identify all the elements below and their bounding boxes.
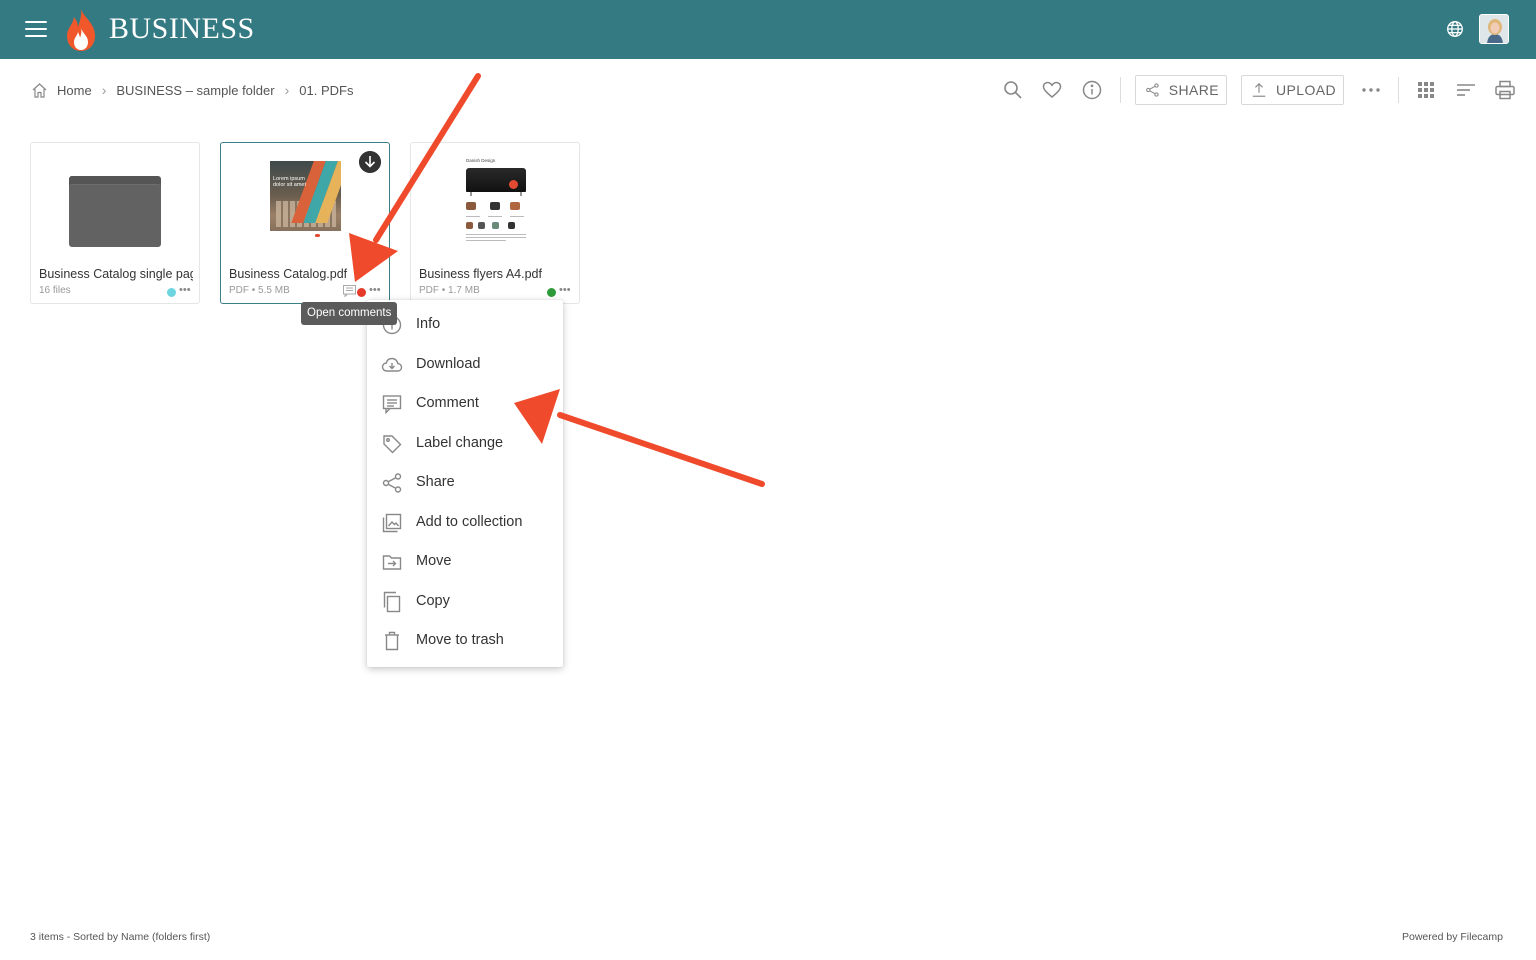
menu-item-download[interactable]: Download xyxy=(367,344,563,384)
status-dot xyxy=(547,288,556,297)
menu-item-share[interactable]: Share xyxy=(367,462,563,502)
cover-text-line: dolor sit amet xyxy=(273,182,307,188)
cloud-download-icon xyxy=(381,357,403,372)
heart-icon[interactable] xyxy=(1041,79,1063,101)
top-bar: BUSINESS xyxy=(0,0,1536,59)
print-icon[interactable] xyxy=(1494,79,1516,101)
user-avatar[interactable] xyxy=(1479,14,1509,44)
file-card[interactable]: Danish Design Business flyers A4.pdf PDF… xyxy=(410,142,580,304)
menu-item-label-change[interactable]: Label change xyxy=(367,423,563,463)
file-card-selected[interactable]: Lorem ipsum dolor sit amet Business Catal… xyxy=(220,142,390,304)
open-comments-tooltip: Open comments xyxy=(301,302,398,325)
menu-item-label: Move to trash xyxy=(416,632,504,648)
brand-name[interactable]: BUSINESS xyxy=(109,12,255,46)
search-icon[interactable] xyxy=(1002,79,1024,101)
flame-logo-icon xyxy=(67,9,95,51)
share-icon xyxy=(382,473,402,493)
toolbar: SHARE UPLOAD xyxy=(0,74,1536,106)
file-name: Business Catalog single page xyxy=(39,267,193,281)
footer-powered-by[interactable]: Powered by Filecamp xyxy=(1402,931,1503,943)
more-options-icon[interactable]: ••• xyxy=(369,284,381,296)
upload-button[interactable]: UPLOAD xyxy=(1241,75,1344,105)
status-dot xyxy=(167,288,176,297)
menu-item-label: Info xyxy=(416,316,441,332)
file-meta: PDF • 5.5 MB xyxy=(229,285,290,296)
file-meta: PDF • 1.7 MB xyxy=(419,285,480,296)
menu-item-label: Move xyxy=(416,553,452,569)
hamburger-menu-icon[interactable] xyxy=(25,21,47,37)
menu-item-label: Comment xyxy=(416,395,479,411)
folder-icon xyxy=(31,143,199,263)
status-dot xyxy=(357,288,366,297)
grid-view-icon[interactable] xyxy=(1415,79,1437,101)
more-options-icon[interactable]: ••• xyxy=(179,284,191,296)
menu-item-comment[interactable]: Comment xyxy=(367,383,563,423)
copy-icon xyxy=(383,591,401,613)
folder-card[interactable]: Business Catalog single page 16 files ••… xyxy=(30,142,200,304)
menu-item-add-to-collection[interactable]: Add to collection xyxy=(367,502,563,542)
share-button[interactable]: SHARE xyxy=(1135,75,1227,105)
context-menu: Info Download Comment Label change Share… xyxy=(367,300,563,667)
move-folder-icon xyxy=(382,555,402,570)
more-horizontal-icon[interactable] xyxy=(1360,79,1382,101)
menu-item-move[interactable]: Move xyxy=(367,541,563,581)
file-name: Business Catalog.pdf xyxy=(229,267,348,281)
trash-icon xyxy=(385,631,399,651)
comment-icon xyxy=(382,395,402,415)
info-icon[interactable] xyxy=(1081,79,1103,101)
toolbar-divider xyxy=(1398,77,1399,103)
menu-item-label: Copy xyxy=(416,593,450,609)
toolbar-divider xyxy=(1120,77,1121,103)
tag-icon xyxy=(383,435,402,454)
more-options-icon[interactable]: ••• xyxy=(559,284,571,296)
flyer-header: Danish Design xyxy=(466,158,496,163)
upload-button-label: UPLOAD xyxy=(1276,82,1336,98)
menu-item-move-to-trash[interactable]: Move to trash xyxy=(367,620,563,660)
collection-icon xyxy=(382,513,402,533)
share-icon xyxy=(1146,83,1159,97)
sort-icon[interactable] xyxy=(1455,79,1477,101)
upload-icon xyxy=(1252,82,1266,97)
menu-item-label: Label change xyxy=(416,435,504,451)
pdf-thumbnail: Danish Design xyxy=(411,143,579,263)
comment-icon[interactable] xyxy=(343,285,356,297)
file-meta: 16 files xyxy=(39,285,71,296)
globe-icon[interactable] xyxy=(1446,20,1464,38)
share-button-label: SHARE xyxy=(1168,82,1219,98)
download-badge-icon[interactable] xyxy=(359,151,381,173)
menu-item-copy[interactable]: Copy xyxy=(367,581,563,621)
file-name: Business flyers A4.pdf xyxy=(419,267,542,281)
menu-item-label: Share xyxy=(416,474,455,490)
footer-status: 3 items - Sorted by Name (folders first) xyxy=(30,931,211,943)
menu-item-label: Add to collection xyxy=(416,514,523,530)
menu-item-label: Download xyxy=(416,356,481,372)
